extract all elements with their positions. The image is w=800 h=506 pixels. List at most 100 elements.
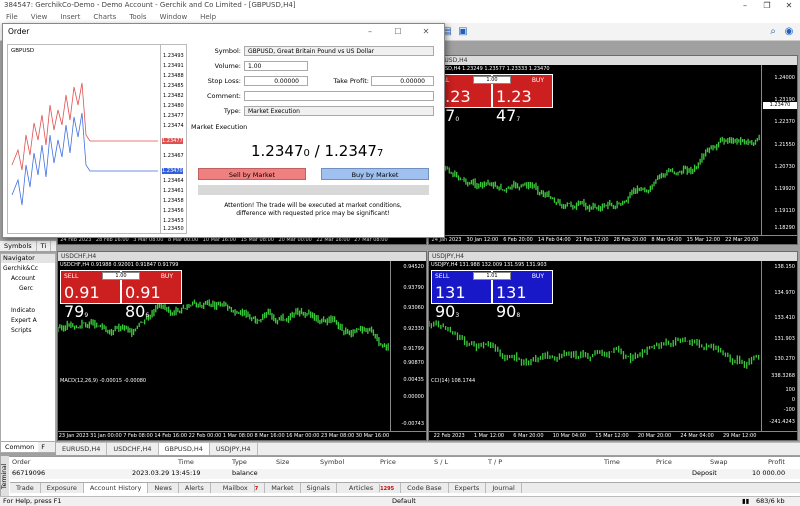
col-price[interactable]: Price [380, 458, 396, 466]
col-close-time[interactable]: Time [604, 458, 620, 466]
chart-title: GBPUSD,H4 [429, 56, 797, 65]
menu-tools[interactable]: Tools [129, 11, 146, 23]
navigator-item-accounts[interactable]: Account [11, 275, 64, 282]
col-swap[interactable]: Swap [710, 458, 728, 466]
tab-symbols[interactable]: Symbols [0, 241, 37, 251]
tab-trade[interactable]: Trade [10, 483, 41, 493]
navigator-item-account[interactable]: Gerc [19, 285, 72, 292]
market-watch-tabs: Symbols Ti [0, 240, 56, 251]
navigator-item-scripts[interactable]: Scripts [11, 327, 64, 334]
sell-by-market-button[interactable]: Sell by Market [198, 168, 306, 180]
menu-window[interactable]: Window [160, 11, 188, 23]
symbol-select[interactable]: GBPUSD, Great Britain Pound vs US Dollar [244, 46, 434, 56]
buy-label: BUY [160, 273, 173, 280]
tab-favorites[interactable]: F [38, 442, 48, 452]
take-profit-input[interactable]: 0.00000 [371, 76, 434, 86]
menu-insert[interactable]: Insert [60, 11, 80, 23]
col-sl[interactable]: S / L [434, 458, 448, 466]
comment-input[interactable] [244, 91, 434, 101]
y-tick: 0.92330 [403, 325, 424, 332]
col-tp[interactable]: T / P [488, 458, 502, 466]
y-tick: 1.24000 [774, 75, 795, 82]
tab-signals[interactable]: Signals [301, 483, 337, 493]
type-label: Type: [223, 107, 241, 115]
chart-usdchf[interactable]: USDCHF,H4 USDCHF,H4 0.91988 0.92001 0.91… [57, 251, 427, 441]
sell-price-pip: 9 [84, 312, 89, 319]
close-icon[interactable]: ✕ [778, 0, 800, 11]
chart-usdjpy[interactable]: USDJPY,H4 USDJPY,H4 131.988 132.009 131.… [428, 251, 798, 441]
y-tick: 1.22370 [774, 119, 795, 126]
tick-price: 1.23474 [163, 123, 184, 129]
col-symbol[interactable]: Symbol [320, 458, 344, 466]
tab-usdjpy[interactable]: USDJPY,H4 [210, 443, 258, 455]
tab-common[interactable]: Common [1, 442, 39, 452]
terminal-side-label: Terminal [0, 456, 9, 496]
tab-account-history[interactable]: Account History [83, 483, 149, 493]
chart-gbpusd[interactable]: GBPUSD,H4 GBPUSD,H4 1.23249 1.23577 1.23… [428, 55, 798, 245]
screenshot-icon[interactable]: ▣ [456, 26, 470, 38]
community-icon[interactable]: ◉ [782, 26, 796, 38]
sell-label: SELL [64, 273, 79, 280]
lot-size-input[interactable]: 1.01 [473, 272, 511, 280]
menu-view[interactable]: View [31, 11, 48, 23]
mailbox-badge: 7 [254, 486, 259, 492]
x-tick: 30 Jan 12:00 [466, 237, 499, 243]
tab-experts[interactable]: Experts [449, 483, 487, 493]
close-icon[interactable]: ✕ [412, 24, 440, 39]
restore-icon[interactable]: ❐ [756, 0, 778, 11]
macd-tick: -0.00743 [401, 420, 424, 427]
x-tick: 30 Mar 16:00 [355, 433, 390, 439]
tab-usdchf[interactable]: USDCHF,H4 [107, 443, 159, 455]
volume-input[interactable]: 1.00 [244, 61, 308, 71]
y-tick: 133.410 [774, 315, 795, 322]
col-close-price[interactable]: Price [656, 458, 672, 466]
col-profit[interactable]: Profit [768, 458, 785, 466]
col-time[interactable]: Time [178, 458, 194, 466]
x-tick: 1 Mar 12:00 [473, 433, 505, 439]
tab-gbpusd[interactable]: GBPUSD,H4 [158, 443, 210, 455]
col-type[interactable]: Type [232, 458, 247, 466]
minimize-icon[interactable]: – [734, 0, 756, 11]
tab-news[interactable]: News [148, 483, 179, 493]
sell-label: SELL [435, 273, 450, 280]
table-row[interactable]: 66719096 2023.03.29 13:45:19 balance Dep… [10, 469, 800, 479]
minimize-icon[interactable]: – [356, 24, 384, 39]
maximize-icon[interactable]: ☐ [384, 24, 412, 39]
tick-price: 1.23461 [163, 188, 184, 194]
chart-info: USDCHF,H4 0.91988 0.92001 0.91847 0.9179… [60, 262, 179, 268]
lot-size-input[interactable]: 1.00 [473, 76, 511, 84]
order-type-select[interactable]: Market Execution [244, 106, 434, 116]
search-icon[interactable]: ⌕ [766, 26, 780, 38]
tab-mailbox[interactable]: Mailbox 7 [211, 483, 266, 493]
status-traffic: 683/6 kb [756, 497, 785, 505]
price-tag: 1.23470 [763, 102, 797, 110]
menu-help[interactable]: Help [200, 11, 216, 23]
navigator-item-indicators[interactable]: Indicato [11, 307, 64, 314]
time-axis: 22 Feb 2023 1 Mar 12:00 6 Mar 20:00 10 M… [429, 431, 797, 440]
chart-title: USDJPY,H4 [429, 252, 797, 261]
one-click-trading-panel: SELL 131 903 BUY 131 908 1.01 [431, 270, 553, 321]
tab-exposure[interactable]: Exposure [41, 483, 84, 493]
buy-price: 131 908 [496, 283, 552, 321]
navigator-item-broker[interactable]: Gerchik&Cc [3, 265, 56, 272]
col-order[interactable]: Order [12, 458, 30, 466]
x-tick: 29 Mar 12:00 [723, 433, 757, 439]
tab-tick-chart[interactable]: Ti [37, 241, 52, 251]
tab-eurusd[interactable]: EURUSD,H4 [56, 443, 108, 455]
menu-charts[interactable]: Charts [93, 11, 116, 23]
tab-code-base[interactable]: Code Base [401, 483, 449, 493]
tab-articles[interactable]: Articles 1295 [337, 483, 402, 493]
lot-size-input[interactable]: 1.00 [102, 272, 140, 280]
tick-chart[interactable]: GBPUSD 1.23493 1.23491 1.23488 1.23485 1… [7, 44, 187, 234]
tab-market[interactable]: Market [265, 483, 301, 493]
stop-loss-input[interactable]: 0.00000 [244, 76, 308, 86]
navigator-item-experts[interactable]: Expert A [11, 317, 64, 324]
tab-journal[interactable]: Journal [486, 483, 522, 493]
menu-file[interactable]: File [6, 11, 18, 23]
col-size[interactable]: Size [276, 458, 289, 466]
quote-bid: 1.2347 [251, 142, 304, 160]
tick-price: 1.23464 [163, 178, 184, 184]
buy-by-market-button[interactable]: Buy by Market [321, 168, 429, 180]
sell-price-pip: 3 [455, 312, 460, 319]
tab-alerts[interactable]: Alerts [179, 483, 211, 493]
